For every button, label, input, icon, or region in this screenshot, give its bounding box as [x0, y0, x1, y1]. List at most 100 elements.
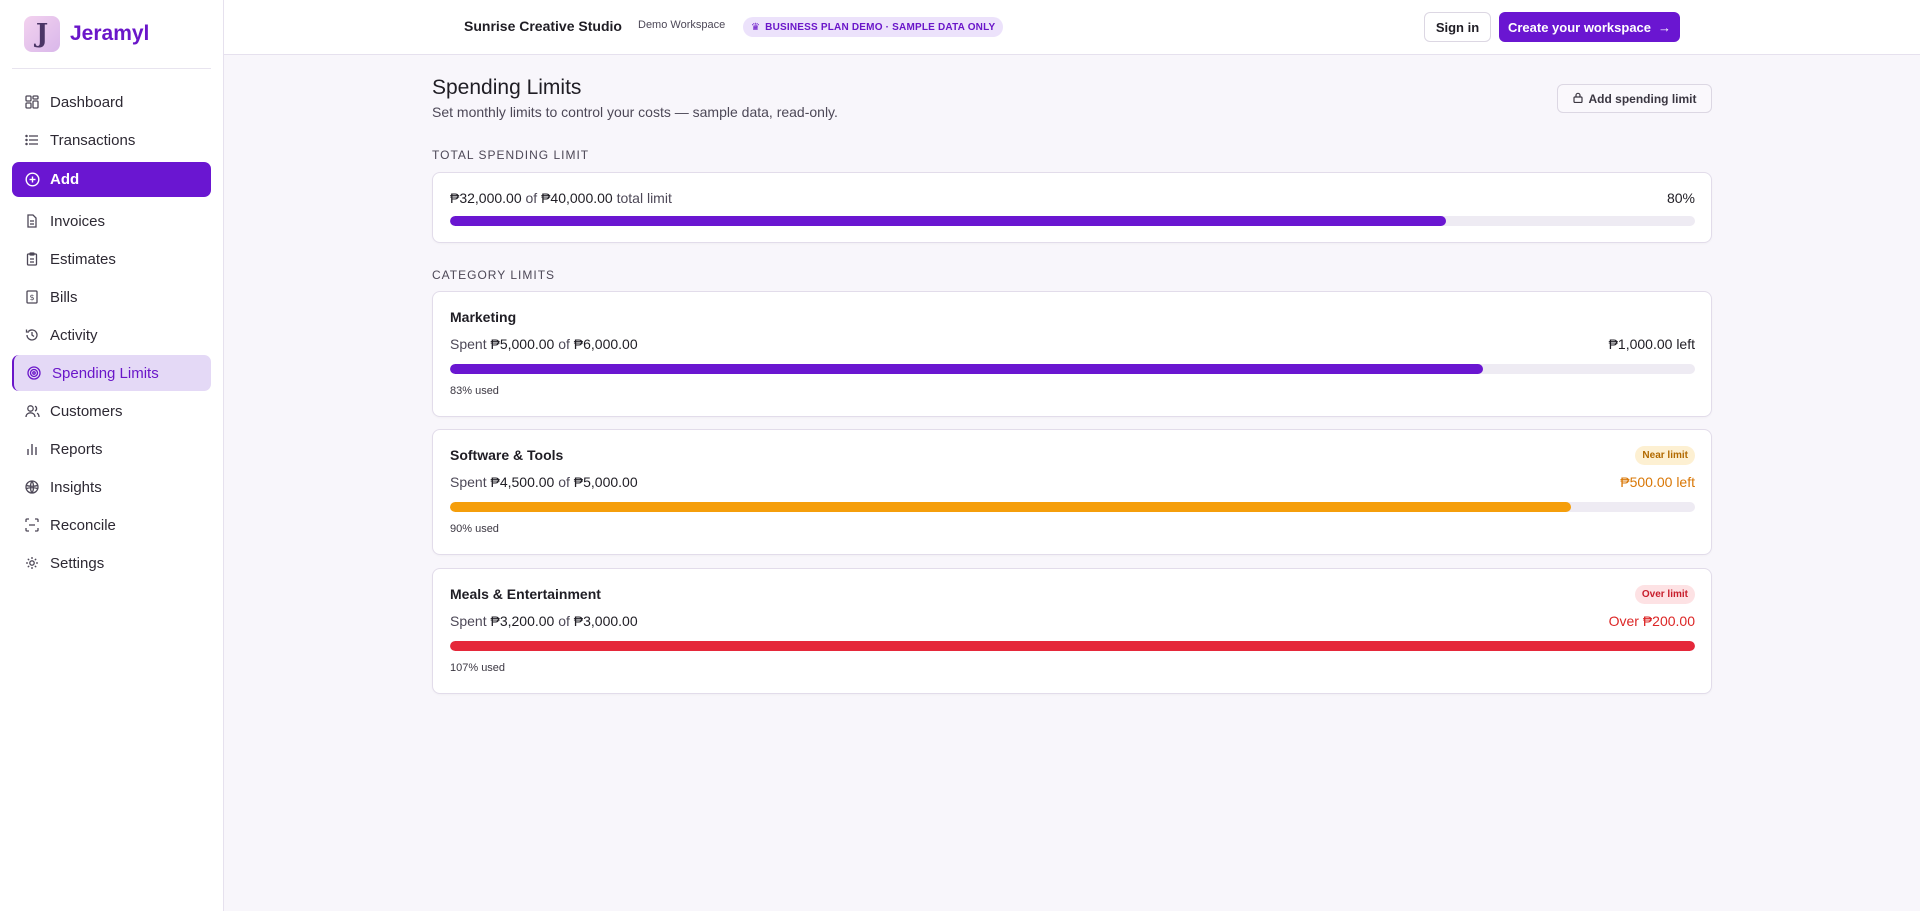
sidebar-item-insights[interactable]: Insights — [12, 469, 211, 505]
category-spent: Spent ₱4,500.00 of ₱5,000.00 — [450, 474, 638, 490]
target-icon — [26, 365, 42, 381]
limit-amount: ₱5,000.00 — [573, 474, 638, 490]
brand[interactable]: J Jeramyl — [12, 0, 211, 69]
category-used-label: 90% used — [450, 523, 499, 535]
sidebar-item-label: Activity — [50, 326, 98, 344]
add-spending-limit-button[interactable]: Add spending limit — [1557, 84, 1712, 113]
category-spent: Spent ₱5,000.00 of ₱6,000.00 — [450, 336, 638, 352]
total-section-label: TOTAL SPENDING LIMIT — [432, 148, 590, 162]
sidebar-item-customers[interactable]: Customers — [12, 393, 211, 429]
workspace-name: Sunrise Creative Studio — [464, 18, 622, 34]
category-name: Marketing — [450, 309, 517, 325]
sidebar-item-label: Spending Limits — [52, 364, 159, 382]
workspace-subtitle: Demo Workspace — [638, 19, 726, 31]
total-of: of — [525, 190, 538, 206]
bar-chart-icon — [24, 441, 40, 457]
svg-text:$: $ — [29, 293, 34, 302]
spent-prefix: Spent — [450, 474, 487, 490]
top-bar: Sunrise Creative Studio Demo Workspace ♛… — [224, 0, 1920, 55]
sidebar-item-label: Bills — [50, 288, 78, 306]
category-spent: Spent ₱3,200.00 of ₱3,000.00 — [450, 613, 638, 629]
sidebar-item-estimates[interactable]: Estimates — [12, 241, 211, 277]
crown-icon: ♛ — [751, 21, 761, 33]
add-spending-limit-label: Add spending limit — [1588, 91, 1697, 106]
lock-icon — [1572, 92, 1583, 106]
category-progress-track — [450, 502, 1695, 512]
demo-badge: ♛ BUSINESS PLAN DEMO · SAMPLE DATA ONLY — [743, 17, 1004, 37]
page-title: Spending Limits — [432, 76, 582, 99]
category-progress-fill — [450, 502, 1571, 512]
page-subtitle: Set monthly limits to control your costs… — [432, 104, 838, 120]
total-limit-summary: ₱32,000.00 of ₱40,000.00 total limit — [450, 190, 672, 206]
document-icon — [24, 213, 40, 229]
sign-in-button[interactable]: Sign in — [1424, 12, 1491, 42]
dashboard-icon — [24, 94, 40, 110]
sidebar-item-label: Settings — [50, 554, 105, 572]
category-card-software-tools: Software & Tools Near limit Spent ₱4,500… — [432, 429, 1712, 555]
status-badge: Near limit — [1635, 446, 1695, 465]
sidebar-item-label: Add — [50, 171, 80, 188]
create-workspace-label: Create your workspace — [1507, 19, 1652, 35]
plus-circle-icon — [24, 172, 40, 188]
sidebar-item-label: Dashboard — [50, 93, 124, 111]
brand-name: Jeramyl — [70, 22, 150, 45]
sidebar-item-label: Estimates — [50, 250, 116, 268]
demo-badge-label: BUSINESS PLAN DEMO · SAMPLE DATA ONLY — [765, 21, 996, 33]
category-remaining: Over ₱200.00 — [1608, 613, 1695, 629]
category-section-label: CATEGORY LIMITS — [432, 268, 556, 282]
sidebar-item-invoices[interactable]: Invoices — [12, 203, 211, 239]
sidebar-item-label: Customers — [50, 402, 123, 420]
list-icon — [24, 132, 40, 148]
category-card-marketing: Marketing Spent ₱5,000.00 of ₱6,000.00 ₱… — [432, 291, 1712, 417]
sidebar-nav: Dashboard Transactions Add Invoices Esti… — [0, 69, 223, 598]
sidebar-item-add[interactable]: Add — [12, 162, 211, 197]
sidebar-item-activity[interactable]: Activity — [12, 317, 211, 353]
category-name: Meals & Entertainment — [450, 586, 601, 602]
sidebar-item-bills[interactable]: $ Bills — [12, 279, 211, 315]
category-used-label: 107% used — [450, 662, 506, 674]
category-card-meals-entertainment: Meals & Entertainment Over limit Spent ₱… — [432, 568, 1712, 694]
spent-amount: ₱5,000.00 — [490, 336, 555, 352]
spent-of: of — [558, 474, 570, 490]
category-used-label: 83% used — [450, 385, 499, 397]
total-percent: 80% — [1666, 190, 1695, 206]
spent-prefix: Spent — [450, 613, 487, 629]
spent-of: of — [558, 336, 570, 352]
category-progress-fill — [450, 641, 1695, 651]
sidebar-item-label: Invoices — [50, 212, 106, 230]
category-remaining: ₱500.00 left — [1620, 474, 1695, 490]
gear-icon — [24, 555, 40, 571]
create-workspace-button[interactable]: Create your workspace → — [1499, 12, 1680, 42]
category-progress-fill — [450, 364, 1484, 374]
brand-logo-letter: J — [35, 19, 49, 49]
spent-amount: ₱4,500.00 — [490, 474, 555, 490]
sidebar-item-transactions[interactable]: Transactions — [12, 122, 211, 158]
category-progress-track — [450, 641, 1695, 651]
sidebar-item-settings[interactable]: Settings — [12, 545, 211, 581]
bill-icon: $ — [24, 289, 40, 305]
spent-prefix: Spent — [450, 336, 487, 352]
total-spent: ₱32,000.00 — [450, 190, 522, 206]
spent-amount: ₱3,200.00 — [490, 613, 555, 629]
sidebar-item-dashboard[interactable]: Dashboard — [12, 84, 211, 120]
total-limit: ₱40,000.00 — [541, 190, 613, 206]
brand-logo: J — [24, 16, 60, 52]
sidebar-item-label: Insights — [50, 478, 102, 496]
status-badge: Over limit — [1634, 585, 1695, 604]
sidebar-item-reports[interactable]: Reports — [12, 431, 211, 467]
category-remaining: ₱1,000.00 left — [1608, 336, 1695, 352]
sidebar-item-reconcile[interactable]: Reconcile — [12, 507, 211, 543]
scan-icon — [24, 517, 40, 533]
limit-amount: ₱3,000.00 — [573, 613, 638, 629]
total-suffix: total limit — [616, 190, 672, 206]
category-progress-track — [450, 364, 1695, 374]
users-icon — [24, 403, 40, 419]
category-name: Software & Tools — [450, 447, 564, 463]
total-progress-fill — [450, 216, 1446, 226]
history-icon — [24, 327, 40, 343]
total-progress-track — [450, 216, 1695, 226]
total-limit-card: ₱32,000.00 of ₱40,000.00 total limit 80% — [432, 172, 1712, 243]
sidebar-item-spending-limits[interactable]: Spending Limits — [12, 355, 211, 391]
sidebar-item-label: Transactions — [50, 131, 136, 149]
limit-amount: ₱6,000.00 — [573, 336, 638, 352]
